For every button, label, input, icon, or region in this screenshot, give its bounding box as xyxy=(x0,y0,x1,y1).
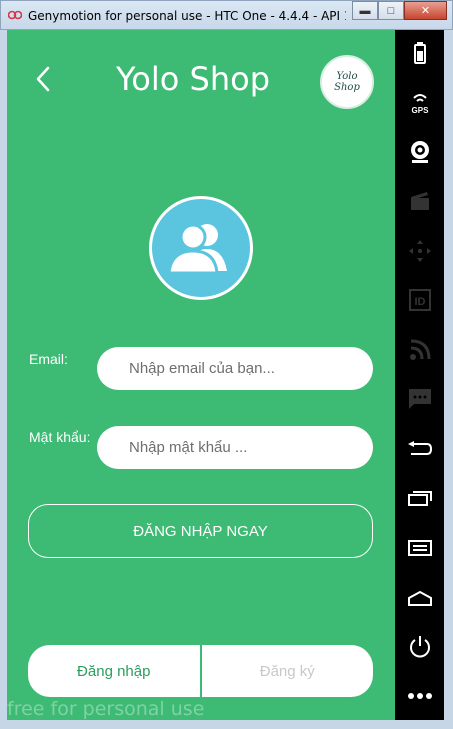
password-label: Mật khẩu: xyxy=(29,429,91,445)
more-icon[interactable] xyxy=(395,681,444,711)
email-label: Email: xyxy=(29,351,68,367)
window-frame-bottom xyxy=(0,720,453,729)
gps-label: GPS xyxy=(411,106,429,115)
rss-icon[interactable] xyxy=(395,335,444,365)
back-icon[interactable] xyxy=(395,434,444,464)
window-frame-right xyxy=(444,30,453,729)
window-title: Genymotion for personal use - HTC One - … xyxy=(28,9,346,23)
id-label: ID xyxy=(414,296,425,308)
minimize-button[interactable]: ▬ xyxy=(352,1,378,20)
avatar xyxy=(149,196,253,300)
emulator-sidebar: GPS ID xyxy=(395,30,444,720)
watermark: free for personal use xyxy=(7,698,205,720)
camera-icon[interactable] xyxy=(395,137,444,167)
logo-line-2: Shop xyxy=(334,82,360,93)
home-icon[interactable] xyxy=(395,583,444,613)
logo-line-1: Yolo xyxy=(336,71,358,82)
gps-icon[interactable]: GPS xyxy=(395,87,444,117)
power-icon[interactable] xyxy=(395,632,444,662)
tab-login[interactable]: Đăng nhập xyxy=(28,645,200,697)
menu-icon[interactable] xyxy=(395,533,444,563)
password-input[interactable] xyxy=(97,426,373,469)
genymotion-logo-icon xyxy=(8,10,22,20)
dpad-icon[interactable] xyxy=(395,236,444,266)
auth-tabs: Đăng nhập Đăng ký xyxy=(28,645,373,697)
battery-icon[interactable] xyxy=(395,38,444,68)
email-input[interactable] xyxy=(97,347,373,390)
sms-icon[interactable] xyxy=(395,384,444,414)
recent-apps-icon[interactable] xyxy=(395,483,444,513)
window-titlebar: Genymotion for personal use - HTC One - … xyxy=(0,0,453,30)
maximize-button[interactable]: □ xyxy=(378,1,404,20)
id-icon[interactable]: ID xyxy=(395,285,444,315)
user-group-icon xyxy=(167,223,227,275)
video-icon[interactable] xyxy=(395,186,444,216)
tab-register[interactable]: Đăng ký xyxy=(201,645,373,697)
chevron-left-icon[interactable] xyxy=(32,64,56,94)
app-title: Yolo Shop xyxy=(116,60,270,98)
app-screen: Yolo Shop Yolo Shop Email: Mật khẩu: ĐĂN… xyxy=(7,30,395,720)
window-frame-left xyxy=(0,30,7,729)
shop-logo: Yolo Shop xyxy=(320,55,374,109)
login-now-button[interactable]: ĐĂNG NHẬP NGAY xyxy=(28,504,373,558)
close-button[interactable]: ✕ xyxy=(404,1,447,20)
